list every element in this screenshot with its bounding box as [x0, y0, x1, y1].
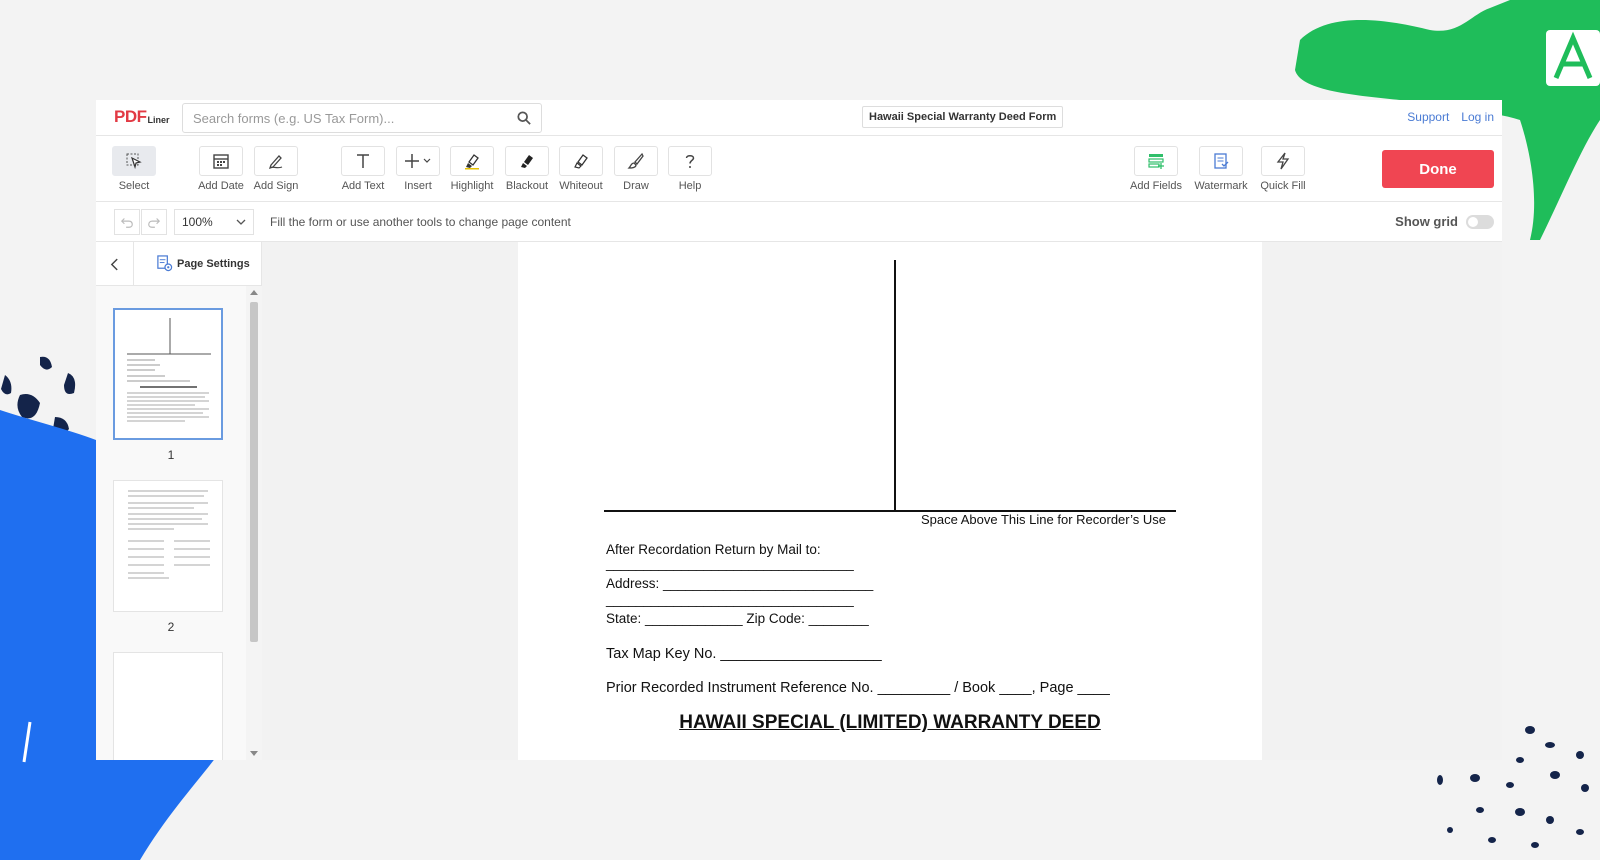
blank-line-2[interactable]: _________________________________ — [606, 592, 854, 607]
page-thumbnail-2[interactable] — [113, 480, 223, 612]
add-date-button[interactable]: Add Date — [194, 146, 248, 192]
add-sign-button[interactable]: Add Sign — [249, 146, 303, 192]
question-mark-icon — [685, 155, 695, 168]
zoom-select[interactable]: 100% — [174, 209, 254, 235]
document-title: Hawaii Special Warranty Deed Form — [862, 106, 1064, 128]
prior-reference-line[interactable]: Prior Recorded Instrument Reference No. … — [606, 680, 1110, 696]
top-links: Support Log in — [1407, 110, 1494, 124]
add-text-label: Add Text — [341, 180, 385, 192]
show-grid-control: Show grid — [1395, 214, 1494, 229]
undo-icon — [120, 218, 133, 228]
collapse-sidebar-button[interactable] — [96, 242, 134, 286]
lightning-icon — [1276, 152, 1290, 170]
toolbar: Select Add Date Add Sign Add Text Insert… — [96, 136, 1502, 202]
thumbnail-preview — [127, 318, 211, 422]
page-thumbnails: 1 2 — [96, 286, 246, 760]
select-label: Select — [118, 180, 150, 192]
top-bar: PDF Liner Hawaii Special Warranty Deed F… — [96, 100, 1502, 136]
help-label: Help — [678, 180, 702, 192]
sidebar-header: Page Settings — [96, 242, 261, 286]
search-icon[interactable] — [517, 111, 531, 125]
calendar-icon — [213, 154, 229, 169]
document-page[interactable]: Space Above This Line for Recorder’s Use… — [518, 242, 1262, 760]
support-link[interactable]: Support — [1407, 110, 1449, 124]
show-grid-label: Show grid — [1395, 214, 1458, 229]
editor-window: PDF Liner Hawaii Special Warranty Deed F… — [96, 100, 1502, 760]
watermark-label: Watermark — [1194, 180, 1248, 192]
show-grid-toggle[interactable] — [1466, 214, 1494, 229]
logo-pdf: PDF — [114, 107, 147, 126]
add-fields-button[interactable]: Add Fields — [1129, 146, 1183, 192]
whiteout-button[interactable]: Whiteout — [554, 146, 608, 192]
watermark-button[interactable]: Watermark — [1194, 146, 1248, 192]
blackout-button[interactable]: Blackout — [500, 146, 554, 192]
state-zip-line[interactable]: State: _____________ Zip Code: ________ — [606, 611, 869, 626]
quick-fill-button[interactable]: Quick Fill — [1256, 146, 1310, 192]
page-thumbnail-1[interactable] — [113, 308, 223, 440]
blackout-label: Blackout — [505, 180, 549, 192]
page-number-1: 1 — [167, 448, 175, 462]
add-text-button[interactable]: Add Text — [336, 146, 390, 192]
recorder-divider-vertical — [894, 260, 896, 512]
insert-button[interactable]: Insert — [391, 146, 445, 192]
whiteout-label: Whiteout — [559, 180, 603, 192]
signature-pen-icon — [268, 155, 283, 170]
secondary-bar: 100% Fill the form or use another tools … — [96, 202, 1502, 242]
quick-fill-label: Quick Fill — [1260, 180, 1306, 192]
plus-chevron-icon — [405, 154, 431, 168]
chevron-left-icon — [110, 258, 118, 270]
tax-map-line[interactable]: Tax Map Key No. ____________________ — [606, 646, 882, 662]
redo-button[interactable] — [141, 209, 167, 235]
add-sign-label: Add Sign — [253, 180, 299, 192]
search-input[interactable] — [193, 110, 517, 126]
login-link[interactable]: Log in — [1461, 110, 1494, 124]
draw-button[interactable]: Draw — [609, 146, 663, 192]
undo-button[interactable] — [114, 209, 140, 235]
brush-icon — [627, 152, 644, 169]
done-button[interactable]: Done — [1382, 150, 1494, 188]
cursor-icon — [126, 153, 142, 170]
page-sidebar: Page Settings 1 2 — [96, 242, 262, 760]
page-settings-button[interactable]: Page Settings — [156, 255, 250, 272]
return-mail-text: After Recordation Return by Mail to: — [606, 542, 821, 557]
watermark-doc-icon — [1214, 153, 1229, 169]
highlighter-icon — [465, 154, 479, 170]
zoom-value: 100% — [182, 215, 213, 229]
recorder-use-text: Space Above This Line for Recorder’s Use — [921, 512, 1166, 527]
deed-title: HAWAII SPECIAL (LIMITED) WARRANTY DEED — [679, 712, 1101, 733]
help-button[interactable]: Help — [663, 146, 717, 192]
pdfliner-logo[interactable]: PDF Liner — [114, 108, 170, 126]
page-settings-icon — [157, 255, 173, 272]
add-date-label: Add Date — [198, 180, 244, 192]
page-settings-label: Page Settings — [177, 257, 250, 270]
hint-text: Fill the form or use another tools to ch… — [270, 215, 571, 229]
text-icon — [357, 154, 369, 168]
redo-icon — [148, 218, 161, 228]
select-tool-button[interactable]: Select — [107, 146, 161, 192]
sidebar-scrollbar[interactable] — [246, 286, 262, 760]
address-line[interactable]: Address: ____________________________ — [606, 576, 873, 591]
scrollbar-thumb[interactable] — [250, 302, 258, 642]
thumbnail-preview — [128, 490, 210, 579]
scroll-down-arrow[interactable] — [250, 751, 258, 756]
document-viewer: Space Above This Line for Recorder’s Use… — [262, 242, 1502, 760]
insert-label: Insert — [404, 180, 432, 192]
fields-icon — [1148, 154, 1164, 169]
chevron-down-icon — [236, 219, 246, 225]
page-thumbnail-3[interactable] — [113, 652, 223, 760]
draw-label: Draw — [623, 180, 649, 192]
scroll-up-arrow[interactable] — [250, 290, 258, 295]
add-fields-label: Add Fields — [1130, 180, 1182, 192]
highlight-label: Highlight — [450, 180, 494, 192]
blank-line-1[interactable]: _________________________________ — [606, 556, 854, 571]
highlight-button[interactable]: Highlight — [445, 146, 499, 192]
page-number-2: 2 — [167, 620, 175, 634]
blackout-marker-icon — [521, 155, 533, 168]
whiteout-marker-icon — [574, 154, 588, 169]
logo-liner: Liner — [147, 115, 170, 125]
search-box — [182, 103, 542, 133]
